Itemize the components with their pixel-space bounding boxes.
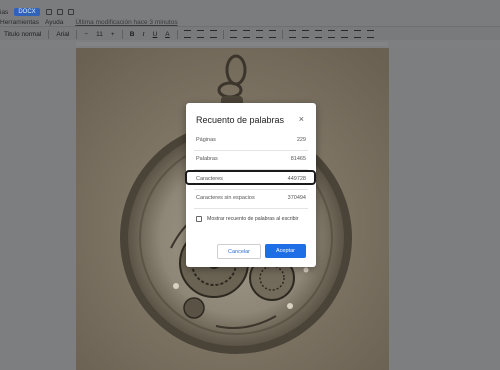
font-size-value[interactable]: 11 [96, 31, 103, 38]
italic-button[interactable]: I [142, 31, 144, 38]
increase-indent-icon[interactable] [353, 30, 361, 38]
decrease-indent-icon[interactable] [340, 30, 348, 38]
last-edit-link[interactable]: Última modificación hace 3 minutos [75, 19, 177, 26]
stat-value: 370494 [287, 195, 306, 201]
stat-value: 81465 [290, 156, 306, 162]
font-select[interactable]: Arial [56, 31, 69, 38]
stat-label: Caracteres sin espacios [196, 195, 255, 201]
word-count-dialog: Recuento de palabras × Páginas 229 Palab… [186, 103, 316, 267]
align-left-icon[interactable] [229, 30, 237, 38]
numbered-list-icon[interactable] [327, 30, 335, 38]
accept-button[interactable]: Aceptar [265, 244, 306, 258]
show-count-label: Mostrar recuento de palabras al escribir [207, 216, 299, 222]
align-justify-icon[interactable] [268, 30, 276, 38]
text-color-button[interactable]: A [165, 31, 169, 38]
toolbar-divider [281, 29, 283, 39]
font-size-increase[interactable]: + [111, 31, 115, 38]
align-right-icon[interactable] [255, 30, 263, 38]
toolbar-divider [76, 29, 78, 39]
clear-format-icon[interactable] [366, 30, 374, 38]
style-select[interactable]: Titulo normal [4, 31, 41, 38]
underline-button[interactable]: U [153, 31, 158, 38]
show-count-checkbox[interactable] [196, 216, 202, 222]
bulleted-list-icon[interactable] [314, 30, 322, 38]
cancel-button[interactable]: Cancelar [217, 244, 261, 259]
stat-value: 229 [296, 137, 306, 143]
stat-label: Palabras [196, 156, 218, 162]
toolbar-divider [222, 29, 224, 39]
toolbar-divider [176, 29, 178, 39]
dialog-title: Recuento de palabras [196, 115, 285, 125]
divider [194, 208, 308, 209]
stat-row-words: Palabras 81465 [196, 152, 306, 166]
comment-icon[interactable] [196, 30, 204, 38]
ruler-track[interactable] [76, 42, 388, 46]
font-size-decrease[interactable]: − [84, 31, 88, 38]
stat-row-characters-no-spaces: Caracteres sin espacios 370494 [196, 191, 306, 205]
toolbar-divider [48, 29, 50, 39]
characters-highlight-frame [185, 170, 316, 185]
close-icon[interactable]: × [299, 114, 304, 124]
align-center-icon[interactable] [242, 30, 250, 38]
menu-ayuda[interactable]: Ayuda [45, 19, 63, 26]
divider [194, 150, 308, 151]
divider [194, 189, 308, 190]
stat-row-pages: Páginas 229 [196, 133, 306, 147]
docs-app: ias DOCX Herramientas Ayuda Última modif… [0, 0, 500, 370]
ruler [0, 40, 500, 48]
checklist-icon[interactable] [301, 30, 309, 38]
link-icon[interactable] [183, 30, 191, 38]
menu-herramientas[interactable]: Herramientas [0, 19, 39, 26]
bold-button[interactable]: B [130, 31, 135, 38]
toolbar-divider [121, 29, 123, 39]
stat-label: Páginas [196, 137, 216, 143]
menu-bar: ias DOCX Herramientas Ayuda Última modif… [0, 0, 500, 26]
image-icon[interactable] [209, 30, 217, 38]
show-count-option[interactable]: Mostrar recuento de palabras al escribir [196, 216, 298, 222]
line-spacing-icon[interactable] [288, 30, 296, 38]
